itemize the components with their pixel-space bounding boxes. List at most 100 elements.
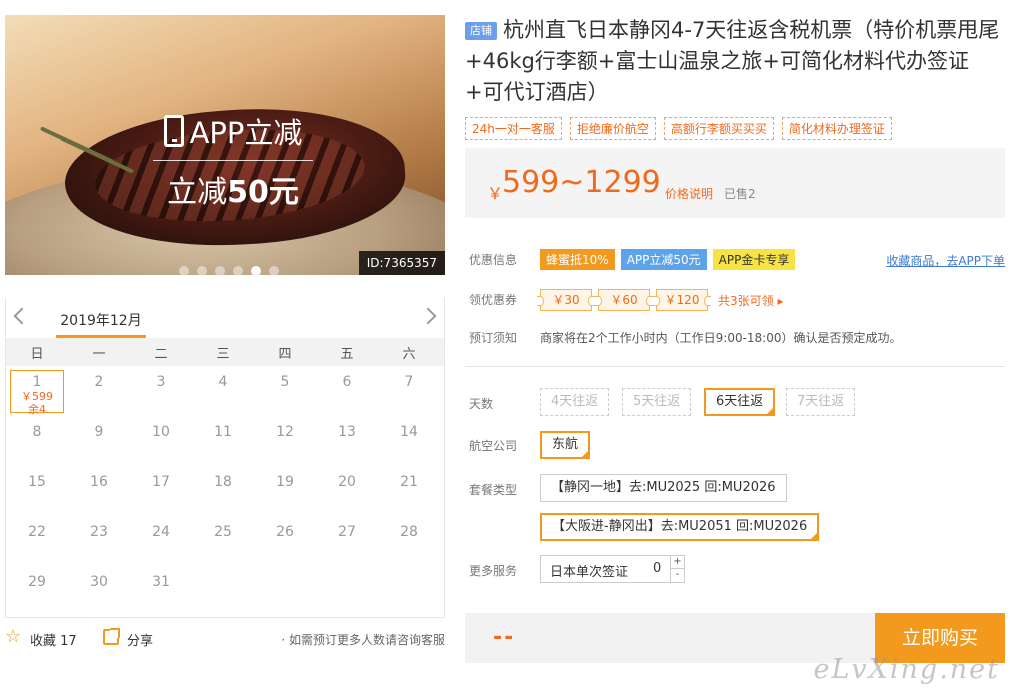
day-number: 10 — [152, 424, 170, 440]
day-number: 30 — [90, 574, 108, 590]
app-order-link[interactable]: 收藏商品，去APP下单 — [886, 252, 1005, 269]
calendar-day[interactable]: 13 — [316, 416, 378, 466]
feature-tag: 高额行李额买买买 — [663, 117, 774, 140]
plus-icon[interactable]: + — [670, 556, 684, 569]
calendar-day[interactable]: 1 ￥599 余4 — [10, 370, 64, 416]
days-label: 天数 — [469, 397, 494, 411]
package-option[interactable]: 【静冈一地】去:MU2025 回:MU2026 — [540, 474, 787, 502]
favorite-label: 收藏 — [30, 634, 57, 649]
day-number: 7 — [404, 374, 414, 390]
day-number: 9 — [94, 424, 104, 440]
service-label: 更多服务 — [469, 564, 518, 578]
carousel-dots — [179, 266, 279, 275]
minus-icon[interactable]: - — [670, 569, 684, 582]
price-currency: ￥ — [487, 184, 504, 203]
calendar-day[interactable]: 19 — [254, 466, 316, 516]
coupon-label: 领优惠券 — [469, 293, 518, 307]
chevron-right-icon[interactable] — [419, 307, 437, 325]
days-option[interactable]: 5天往返 — [622, 388, 692, 416]
days-option[interactable]: 4天往返 — [540, 388, 610, 416]
calendar-day[interactable]: 14 — [378, 416, 440, 466]
airline-option[interactable]: 东航 — [540, 431, 591, 459]
section-divider — [465, 366, 1005, 367]
calendar-day[interactable]: 18 — [192, 466, 254, 516]
calendar-day[interactable]: 11 — [192, 416, 254, 466]
calendar-day[interactable]: 27 — [316, 516, 378, 566]
carousel-dot[interactable] — [269, 266, 279, 275]
calendar-day[interactable]: 29 — [6, 566, 68, 616]
service-quantity[interactable]: 0 — [653, 561, 661, 576]
discount-tag: 蜂蜜抵10% — [540, 249, 615, 270]
calendar-day[interactable]: 24 — [130, 516, 192, 566]
feature-tag: 简化材料办理签证 — [781, 117, 892, 140]
calendar-day[interactable]: 15 — [6, 466, 68, 516]
price-range: 599~1299 — [502, 165, 661, 200]
promo-sub-prefix: 立减 — [167, 175, 228, 210]
calendar-day[interactable]: 7 — [378, 366, 440, 416]
calendar-day[interactable]: 3 — [130, 366, 192, 416]
calendar-day[interactable]: 16 — [68, 466, 130, 516]
calendar-day[interactable]: 9 — [68, 416, 130, 466]
coupon-item[interactable]: ￥120 — [653, 289, 711, 311]
calendar-day[interactable]: 2 — [68, 366, 130, 416]
day-number: 21 — [400, 474, 418, 490]
calendar-day[interactable]: 23 — [68, 516, 130, 566]
product-hero-image[interactable]: APP立减 立减50元 ID:7365357 — [5, 15, 445, 275]
package-option[interactable]: 【大阪进-静冈出】去:MU2051 回:MU2026 — [540, 513, 820, 541]
carousel-dot[interactable] — [251, 266, 261, 275]
date-calendar: 2019年12月 日一二三四五六 1 ￥599 余4 2 3 4 5 6 7 8 9 10 11 12 13… — [5, 298, 445, 618]
calendar-day[interactable]: 4 — [192, 366, 254, 416]
calendar-day[interactable]: 25 — [192, 516, 254, 566]
price-note-link[interactable]: 价格说明 — [665, 185, 713, 202]
notice-label: 预订须知 — [469, 331, 518, 345]
promo-subtitle: 立减50元 — [153, 167, 313, 211]
calendar-day[interactable]: 20 — [316, 466, 378, 516]
calendar-day[interactable]: 12 — [254, 416, 316, 466]
calendar-day[interactable]: 31 — [130, 566, 192, 616]
app-promo-overlay: APP立减 立减50元 — [153, 110, 313, 211]
favorite-button[interactable]: 收藏 17 — [30, 630, 77, 649]
weekday-label: 五 — [340, 346, 354, 362]
days-option[interactable]: 6天往返 — [704, 388, 776, 416]
product-title-text: 杭州直飞日本静冈4-7天往返含税机票（特价机票甩尾+46kg行李额+富士山温泉之… — [465, 18, 1000, 104]
sold-count: 已售2 — [724, 187, 756, 201]
carousel-dot[interactable] — [233, 266, 243, 275]
weekday-label: 四 — [278, 346, 292, 362]
service-name: 日本单次签证 — [550, 565, 629, 580]
calendar-day[interactable]: 6 — [316, 366, 378, 416]
calendar-day[interactable]: 30 — [68, 566, 130, 616]
day-number: 20 — [338, 474, 356, 490]
weekday-label: 二 — [154, 346, 168, 362]
phone-icon — [163, 115, 184, 147]
product-title: 店铺 杭州直飞日本静冈4-7天往返含税机票（特价机票甩尾+46kg行李额+富士山温… — [465, 15, 1005, 108]
calendar-day[interactable]: 8 — [6, 416, 68, 466]
calendar-day[interactable]: 28 — [378, 516, 440, 566]
weekday-label: 日 — [30, 346, 44, 362]
calendar-day[interactable]: 22 — [6, 516, 68, 566]
day-number: 31 — [152, 574, 170, 590]
promo-divider — [153, 160, 313, 161]
coupon-more-link[interactable]: 共3张可领 ▸ — [718, 292, 783, 309]
coupon-item[interactable]: ￥30 — [537, 289, 595, 311]
weekday-label: 三 — [216, 346, 230, 362]
calendar-day[interactable]: 17 — [130, 466, 192, 516]
days-option[interactable]: 7天往返 — [786, 388, 856, 416]
calendar-day[interactable]: 21 — [378, 466, 440, 516]
day-number: 16 — [90, 474, 108, 490]
day-number: 11 — [214, 424, 232, 440]
share-button[interactable]: 分享 — [127, 630, 153, 649]
chevron-left-icon[interactable] — [13, 307, 31, 325]
day-number: 29 — [28, 574, 46, 590]
carousel-dot[interactable] — [215, 266, 225, 275]
share-icon[interactable] — [103, 628, 120, 645]
coupon-item[interactable]: ￥60 — [595, 289, 653, 311]
visa-service-stepper: 日本单次签证 0 + - — [540, 555, 685, 583]
calendar-day[interactable]: 26 — [254, 516, 316, 566]
carousel-dot[interactable] — [197, 266, 207, 275]
calendar-day[interactable]: 10 — [130, 416, 192, 466]
discount-label: 优惠信息 — [469, 253, 518, 267]
carousel-dot[interactable] — [179, 266, 189, 275]
day-number: 28 — [400, 524, 418, 540]
star-icon[interactable]: ☆ — [5, 626, 21, 647]
calendar-day[interactable]: 5 — [254, 366, 316, 416]
